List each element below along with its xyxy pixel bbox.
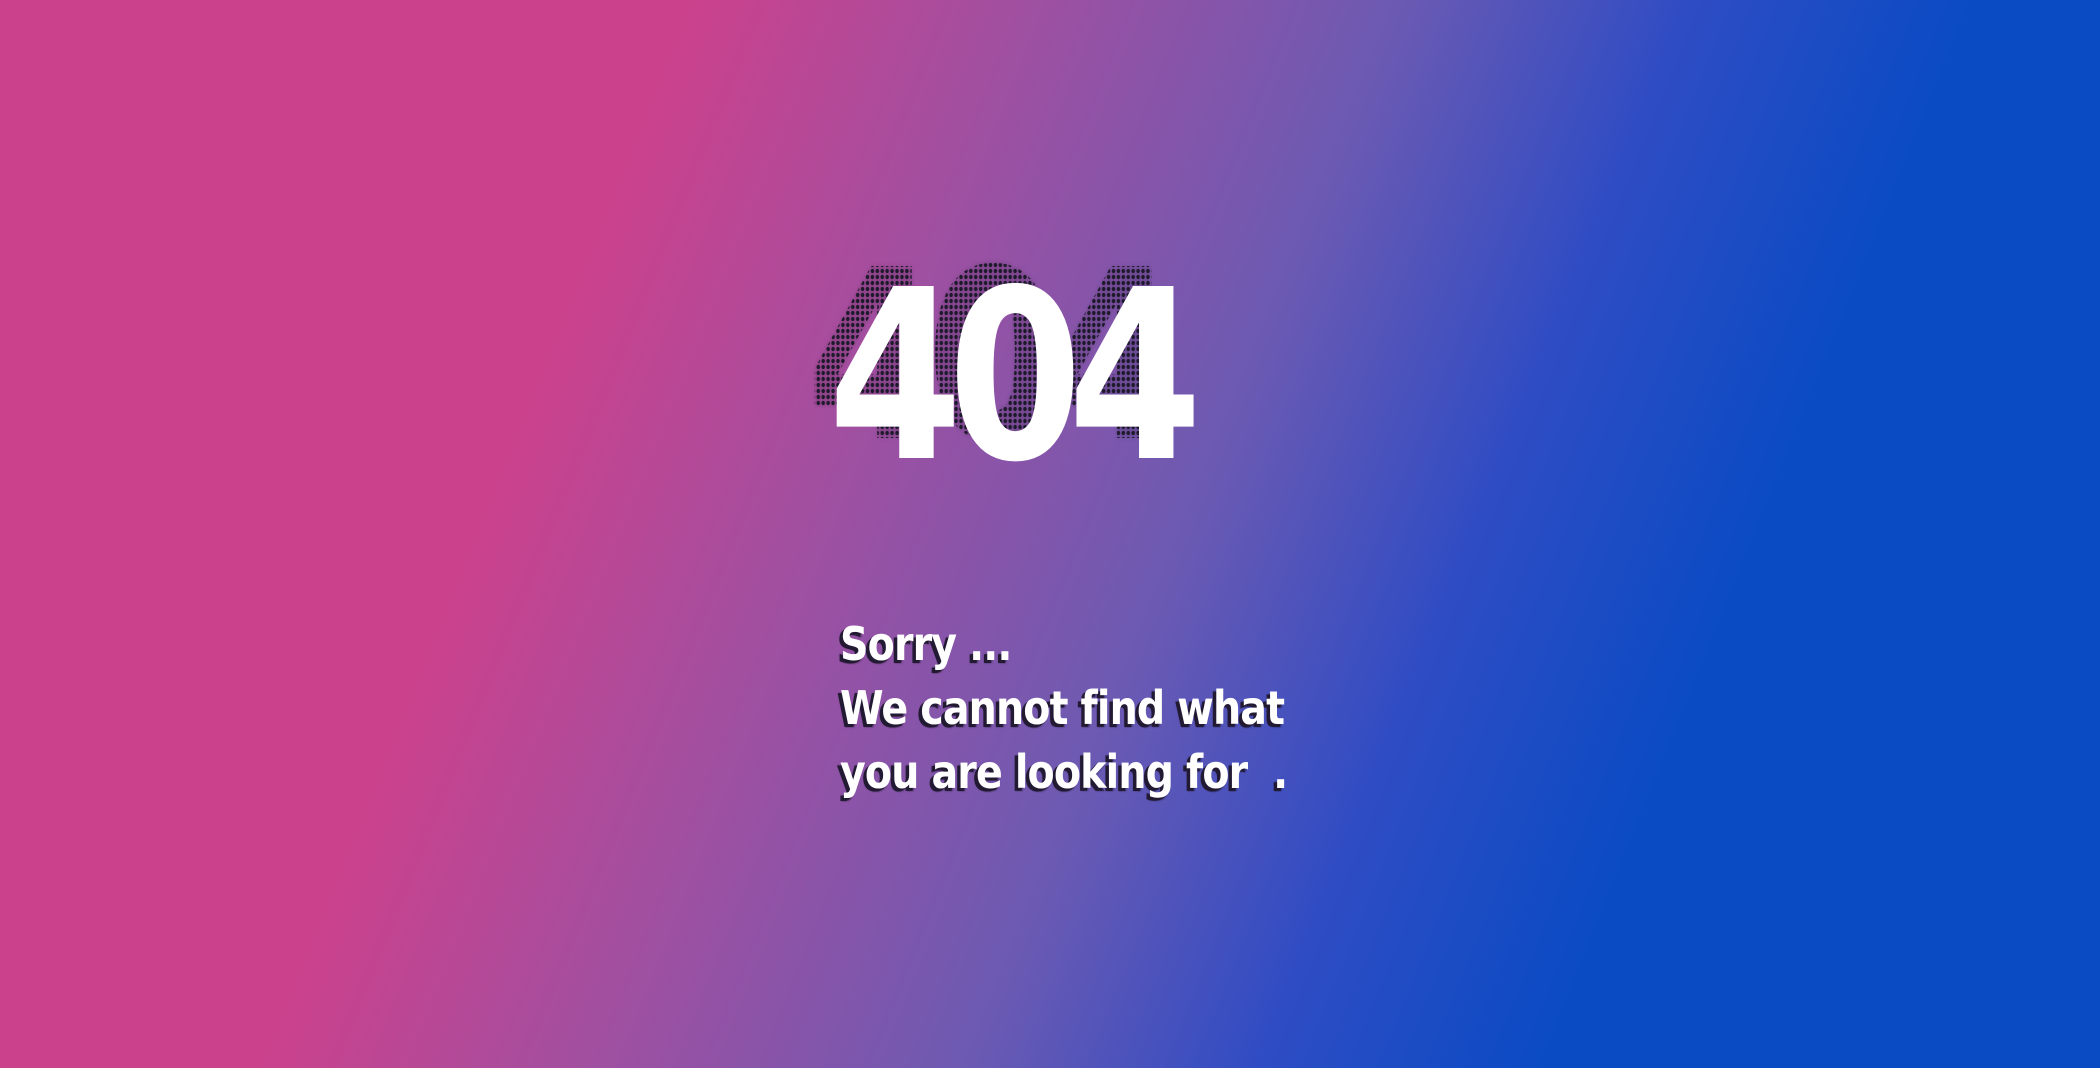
- error-page: 404 404 Sorry ... We cannot find what yo…: [0, 0, 2100, 1068]
- error-message-line-1: Sorry ...: [840, 617, 1012, 671]
- error-message: Sorry ... We cannot find what you are lo…: [840, 612, 1400, 804]
- error-message-line-3: you are looking for .: [840, 745, 1288, 799]
- error-code-block: 404 404: [806, 232, 1280, 514]
- error-message-line-2: We cannot find what: [840, 681, 1285, 735]
- error-code: 404: [828, 239, 1202, 514]
